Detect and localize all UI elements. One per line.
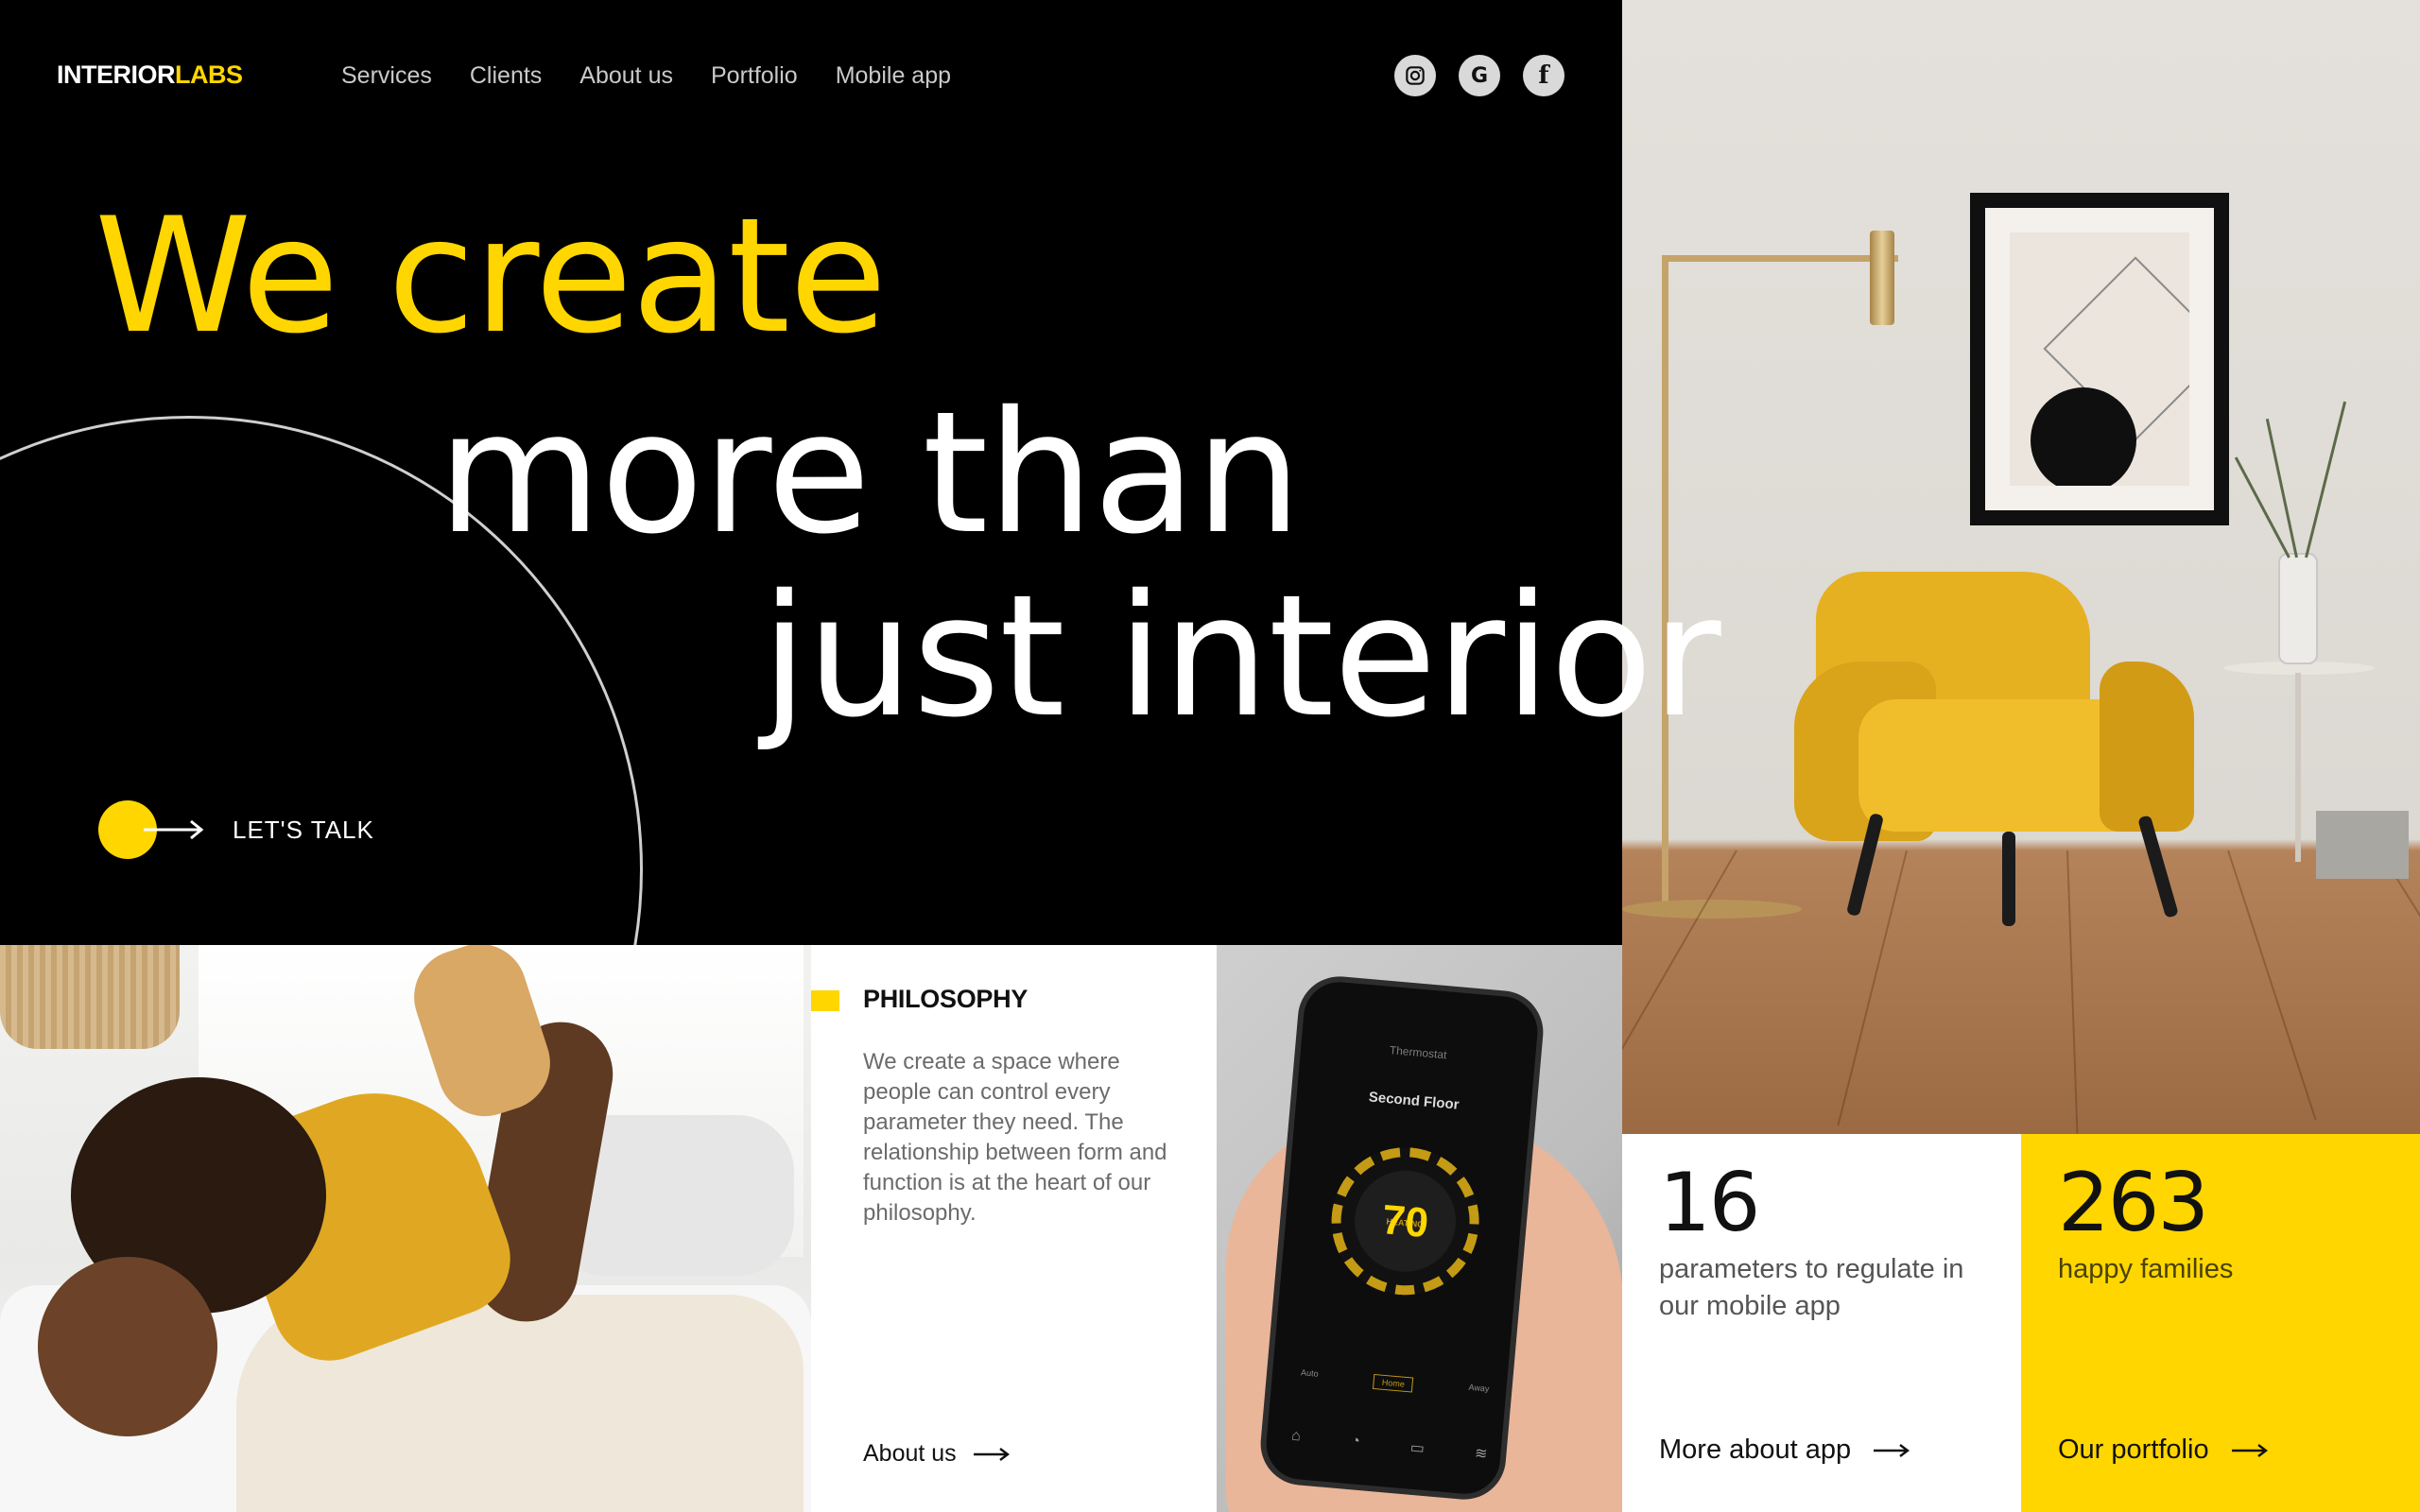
stat-card-parameters: 16 parameters to regulate in our mobile … [1622,1134,2021,1512]
stat-label: parameters to regulate in our mobile app [1659,1254,1964,1321]
thermostat-temperature: 70 [1379,1196,1431,1247]
main-nav: Services Clients About us Portfolio Mobi… [341,62,951,90]
arrow-right-icon [2231,1443,2268,1457]
stat-number: 263 [2058,1156,2209,1250]
stats-tab-icon: ≋ [1474,1445,1489,1463]
home-tab-icon: ⌂ [1290,1427,1302,1445]
lets-talk-button[interactable]: LET'S TALK [98,800,374,859]
stat-number: 16 [1659,1156,1760,1250]
google-glyph: G [1470,63,1489,88]
phone-mockup: Thermostat Second Floor HEATING 70 Auto … [1256,972,1547,1503]
social-links: G f [1394,55,1564,96]
more-about-app-label: More about app [1659,1435,1852,1465]
logo-accent: LABS [175,60,243,89]
headline-line-3: just interior [761,558,1721,754]
facebook-icon[interactable]: f [1523,55,1564,96]
phone-screen-title: Thermostat [1389,1043,1448,1062]
family-photo [0,945,811,1512]
stat-label: happy families [2058,1254,2234,1284]
nav-item-portfolio[interactable]: Portfolio [711,62,798,90]
headline-line-2: more than [438,375,1302,571]
phone-tab-bar: ⌂ ◔ ▭ ≋ [1290,1427,1489,1464]
arrow-right-icon [144,819,204,840]
calendar-tab-icon: ▭ [1409,1439,1426,1457]
nav-item-services[interactable]: Services [341,62,432,90]
logo[interactable]: INTERIORLABS [57,60,243,90]
wall-art [1970,193,2229,525]
logo-primary: INTERIOR [57,60,176,89]
arrow-right-icon [973,1447,1010,1461]
cta-label: LET'S TALK [233,815,374,844]
philosophy-card: PHILOSOPHY We create a space where peopl… [811,945,1217,1512]
stat-card-families: 263 happy families Our portfolio [2021,1134,2420,1512]
more-about-app-link[interactable]: More about app [1659,1435,1910,1466]
timer-tab-icon: ◔ [1350,1433,1361,1450]
mobile-app-photo: Thermostat Second Floor HEATING 70 Auto … [1217,945,1622,1512]
about-us-link-label: About us [863,1440,957,1467]
mode-auto: Auto [1300,1367,1320,1379]
about-us-link[interactable]: About us [863,1440,1010,1468]
nav-item-clients[interactable]: Clients [470,62,542,90]
mode-home: Home [1373,1373,1414,1393]
mode-away: Away [1468,1382,1490,1394]
our-portfolio-label: Our portfolio [2058,1435,2209,1465]
nav-item-mobile-app[interactable]: Mobile app [836,62,951,90]
nav-item-about-us[interactable]: About us [579,62,673,90]
thermostat-dial: HEATING 70 [1325,1141,1486,1301]
flower-vase [2278,553,2318,664]
philosophy-title: PHILOSOPHY [863,985,1028,1013]
philosophy-text: We create a space where people can contr… [863,1049,1167,1226]
instagram-icon[interactable] [1394,55,1436,96]
google-icon[interactable]: G [1459,55,1500,96]
our-portfolio-link[interactable]: Our portfolio [2058,1435,2268,1466]
phone-floor-label: Second Floor [1368,1089,1461,1113]
arrow-right-icon [1874,1443,1910,1457]
headline-line-1: We create [95,183,887,369]
thermostat-modes: Auto Home Away [1300,1367,1490,1399]
facebook-glyph: f [1538,61,1549,90]
section-marker [811,990,839,1011]
room-photo-armchair [1622,0,2420,1134]
